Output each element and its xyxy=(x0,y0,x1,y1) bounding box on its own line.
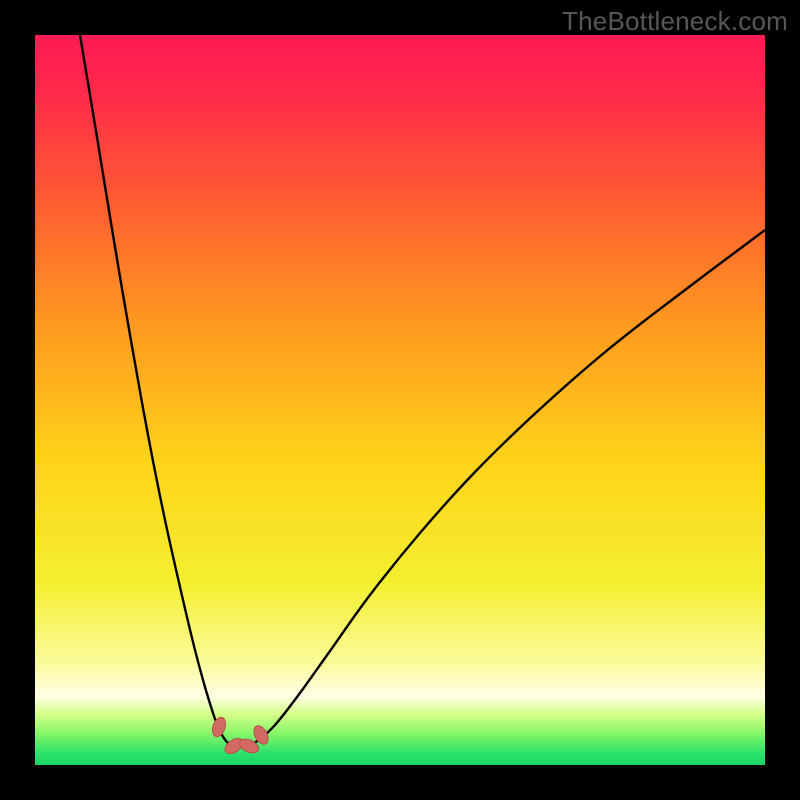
curve-layer xyxy=(35,35,765,765)
plot-area xyxy=(35,35,765,765)
curve-left xyxy=(80,35,240,747)
watermark-text: TheBottleneck.com xyxy=(562,6,788,37)
outer-frame: TheBottleneck.com xyxy=(0,0,800,800)
markers-group xyxy=(210,716,271,757)
marker-left-upper xyxy=(210,716,228,739)
curve-right xyxy=(240,230,765,747)
